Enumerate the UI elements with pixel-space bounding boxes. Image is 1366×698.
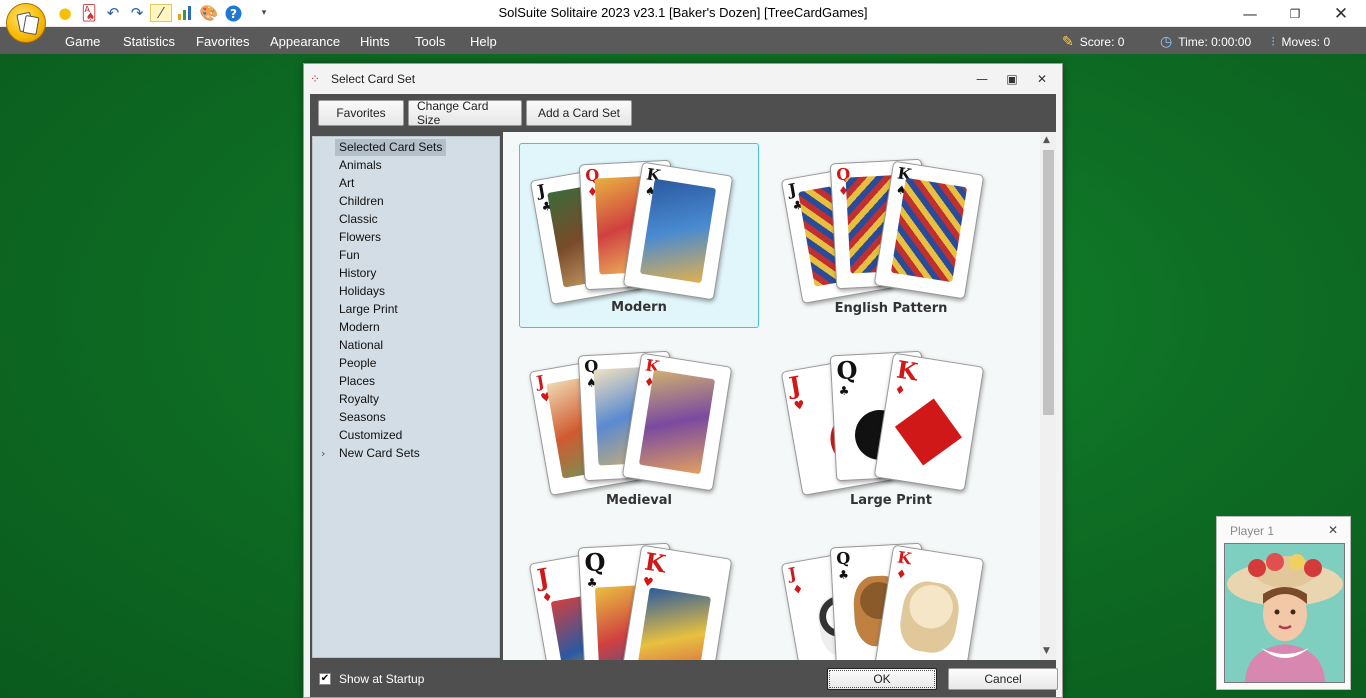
dialog-title: Select Card Set xyxy=(331,72,416,86)
dialog-footer: ✔ Show at Startup OK Cancel xyxy=(310,660,1058,697)
menu-appearance[interactable]: Appearance xyxy=(270,34,340,49)
card-set-gallery: J ♣ Q ♦ K ♠ Modern J ♣ Q ♦ K ♠ English P… xyxy=(503,132,1056,660)
title-bar: ● 🂡 ↶ ↷ ⁄ 🎨 ? ▾ SolSuite Solitaire 2023 … xyxy=(0,0,1366,43)
category-places[interactable]: Places xyxy=(335,373,379,390)
window-title: SolSuite Solitaire 2023 v23.1 [Baker's D… xyxy=(498,5,868,20)
clock-icon: ◷ xyxy=(1160,33,1173,49)
score-status: ✎ Score: 0 xyxy=(1062,33,1124,50)
show-at-startup-checkbox[interactable]: ✔ xyxy=(319,673,331,685)
category-history[interactable]: History xyxy=(335,265,380,282)
card-king: K ♦ xyxy=(621,352,733,492)
score-text: Score: 0 xyxy=(1079,34,1125,49)
scroll-down-icon[interactable]: ▼ xyxy=(1043,646,1050,656)
category-flowers[interactable]: Flowers xyxy=(335,229,385,246)
show-at-startup-label: Show at Startup xyxy=(339,672,425,686)
card-set-tile-modern[interactable]: J ♣ Q ♦ K ♠ Modern xyxy=(519,143,759,328)
menu-hints[interactable]: Hints xyxy=(360,34,390,49)
change-card-size-button[interactable]: Change Card Size xyxy=(408,99,522,127)
category-royalty[interactable]: Royalty xyxy=(335,391,383,408)
category-seasons[interactable]: Seasons xyxy=(335,409,390,426)
category-classic[interactable]: Classic xyxy=(335,211,382,228)
time-text: Time: 0:00:00 xyxy=(1178,34,1252,49)
category-large-print[interactable]: Large Print xyxy=(335,301,402,318)
category-modern[interactable]: Modern xyxy=(335,319,384,336)
category-list[interactable]: Selected Card Sets Animals Art Children … xyxy=(312,136,500,658)
moves-status: ⁝ Moves: 0 xyxy=(1271,33,1330,50)
footsteps-icon: ⁝ xyxy=(1271,33,1276,49)
menu-tools[interactable]: Tools xyxy=(415,34,445,49)
notepad-icon: ✎ xyxy=(1062,33,1074,49)
dialog-close-icon[interactable]: ✕ xyxy=(1034,72,1050,86)
card-king: K ♠ xyxy=(873,160,985,300)
category-children[interactable]: Children xyxy=(335,193,388,210)
player-panel: Player 1 ✕ xyxy=(1216,516,1351,690)
category-people[interactable]: People xyxy=(335,355,380,372)
dialog-maximize-icon[interactable]: ▣ xyxy=(1004,72,1020,86)
restore-icon[interactable]: ❐ xyxy=(1272,0,1318,27)
select-card-set-dialog: ⁘ Select Card Set — ▣ ✕ Favorites Change… xyxy=(303,63,1063,698)
category-fun[interactable]: Fun xyxy=(335,247,364,264)
menu-favorites[interactable]: Favorites xyxy=(196,34,249,49)
card-set-tile-5[interactable]: J ♦ Q ♣ K ♥ xyxy=(519,527,759,660)
category-holidays[interactable]: Holidays xyxy=(335,283,389,300)
category-art[interactable]: Art xyxy=(335,175,358,192)
category-new-card-sets[interactable]: New Card Sets xyxy=(335,445,424,462)
avatar[interactable] xyxy=(1224,543,1345,683)
dialog-minimize-icon[interactable]: — xyxy=(974,72,990,86)
card-king: K ♦ xyxy=(873,352,985,492)
moves-text: Moves: 0 xyxy=(1281,34,1331,49)
dialog-body: Selected Card Sets Animals Art Children … xyxy=(310,132,1056,660)
close-icon[interactable]: ✕ xyxy=(1318,0,1364,27)
expand-chevron-icon[interactable]: › xyxy=(321,447,325,460)
ok-button[interactable]: OK xyxy=(827,668,937,690)
card-king: K ♠ xyxy=(622,161,734,301)
menu-bar: Game Statistics Favorites Appearance Hin… xyxy=(0,27,1366,54)
category-animals[interactable]: Animals xyxy=(335,157,386,174)
menu-game[interactable]: Game xyxy=(65,34,100,49)
dialog-title-bar: ⁘ Select Card Set — ▣ ✕ xyxy=(304,64,1062,94)
cancel-button[interactable]: Cancel xyxy=(948,668,1058,690)
player-close-icon[interactable]: ✕ xyxy=(1328,523,1338,537)
time-status: ◷ Time: 0:00:00 xyxy=(1160,33,1251,50)
category-selected-card-sets[interactable]: Selected Card Sets xyxy=(335,139,447,156)
gallery-scrollbar[interactable]: ▲ ▼ xyxy=(1040,132,1056,660)
dialog-cards-icon: ⁘ xyxy=(310,72,321,86)
card-set-tile-medieval[interactable]: J ♥ Q ♠ K ♦ Medieval xyxy=(519,335,759,520)
card-king: K ♥ xyxy=(621,544,733,660)
card-set-label: Large Print xyxy=(850,493,932,508)
app-logo-icon[interactable] xyxy=(6,3,46,43)
card-king: K ♦ xyxy=(873,544,985,660)
menu-statistics[interactable]: Statistics xyxy=(123,34,175,49)
minimize-icon[interactable]: — xyxy=(1227,0,1273,27)
card-set-label: English Pattern xyxy=(834,301,948,316)
add-card-set-button[interactable]: Add a Card Set xyxy=(526,100,632,126)
card-set-tile-english-pattern[interactable]: J ♣ Q ♦ K ♠ English Pattern xyxy=(771,143,1011,328)
card-set-label: Modern xyxy=(611,300,667,315)
scroll-up-icon[interactable]: ▲ xyxy=(1043,135,1050,145)
card-set-tile-large-print[interactable]: J ♥ Q ♣ K ♦ Large Print xyxy=(771,335,1011,520)
card-set-tile-6[interactable]: J ♦ Q ♣ K ♦ xyxy=(771,527,1011,660)
favorites-button[interactable]: Favorites xyxy=(318,100,404,126)
card-set-label: Medieval xyxy=(605,493,673,508)
scroll-thumb[interactable] xyxy=(1043,150,1054,415)
player-name: Player 1 xyxy=(1230,524,1275,538)
dialog-toolbar: Favorites Change Card Size Add a Card Se… xyxy=(310,94,1056,132)
menu-help[interactable]: Help xyxy=(470,34,497,49)
category-national[interactable]: National xyxy=(335,337,387,354)
category-customized[interactable]: Customized xyxy=(335,427,406,444)
